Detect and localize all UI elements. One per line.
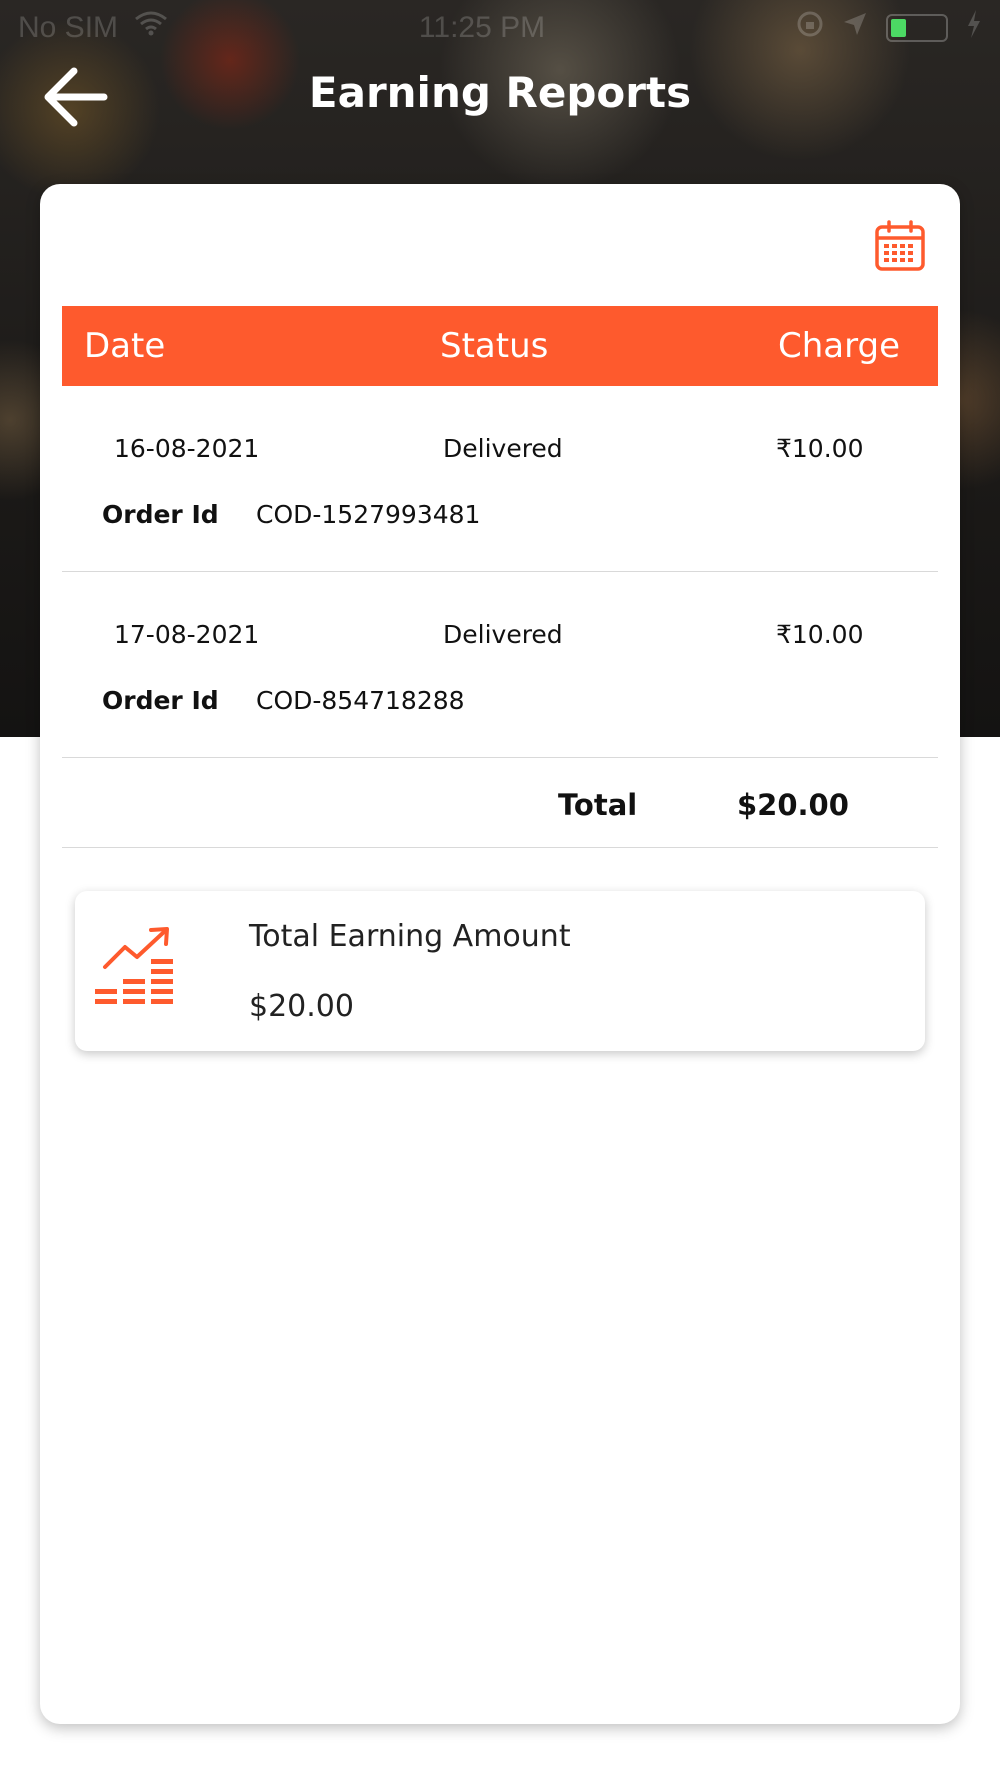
status-bar: No SIM 11:25 PM (0, 0, 1000, 56)
location-icon (842, 11, 868, 45)
table-header: Date Status Charge (62, 306, 938, 386)
total-earning-amount: $20.00 (249, 989, 354, 1024)
page-title: Earning Reports (308, 68, 692, 117)
column-header-date: Date (84, 326, 166, 366)
order-id-value: COD-854718288 (256, 686, 465, 715)
total-earning-card: Total Earning Amount $20.00 (75, 891, 925, 1051)
growth-chart-icon (95, 927, 173, 1004)
row-charge: ₹10.00 (776, 434, 864, 463)
row-charge: ₹10.00 (776, 620, 864, 649)
total-earning-title: Total Earning Amount (249, 919, 571, 954)
total-value: $20.00 (737, 788, 849, 822)
table-row[interactable]: 17-08-2021 Delivered ₹10.00 Order Id COD… (62, 572, 938, 758)
row-date: 17-08-2021 (114, 620, 260, 649)
wifi-icon (134, 11, 168, 45)
calendar-button[interactable] (874, 220, 926, 272)
rotation-lock-icon (796, 10, 824, 46)
total-label: Total (558, 788, 638, 822)
table-row[interactable]: 16-08-2021 Delivered ₹10.00 Order Id COD… (62, 386, 938, 572)
column-header-charge: Charge (777, 326, 900, 366)
row-status: Delivered (443, 434, 563, 463)
clock: 11:25 PM (418, 11, 546, 44)
report-card: Date Status Charge 16-08-2021 Delivered … (40, 184, 960, 1724)
charging-icon (966, 10, 982, 46)
battery-icon (886, 14, 948, 42)
column-header-status: Status (440, 326, 549, 366)
total-row: Total $20.00 (62, 758, 938, 848)
order-id-label: Order Id (102, 686, 219, 715)
carrier-label: No SIM (18, 11, 119, 44)
order-id-label: Order Id (102, 500, 219, 529)
order-id-value: COD-1527993481 (256, 500, 481, 529)
row-date: 16-08-2021 (114, 434, 260, 463)
row-status: Delivered (443, 620, 563, 649)
calendar-icon (875, 220, 925, 271)
